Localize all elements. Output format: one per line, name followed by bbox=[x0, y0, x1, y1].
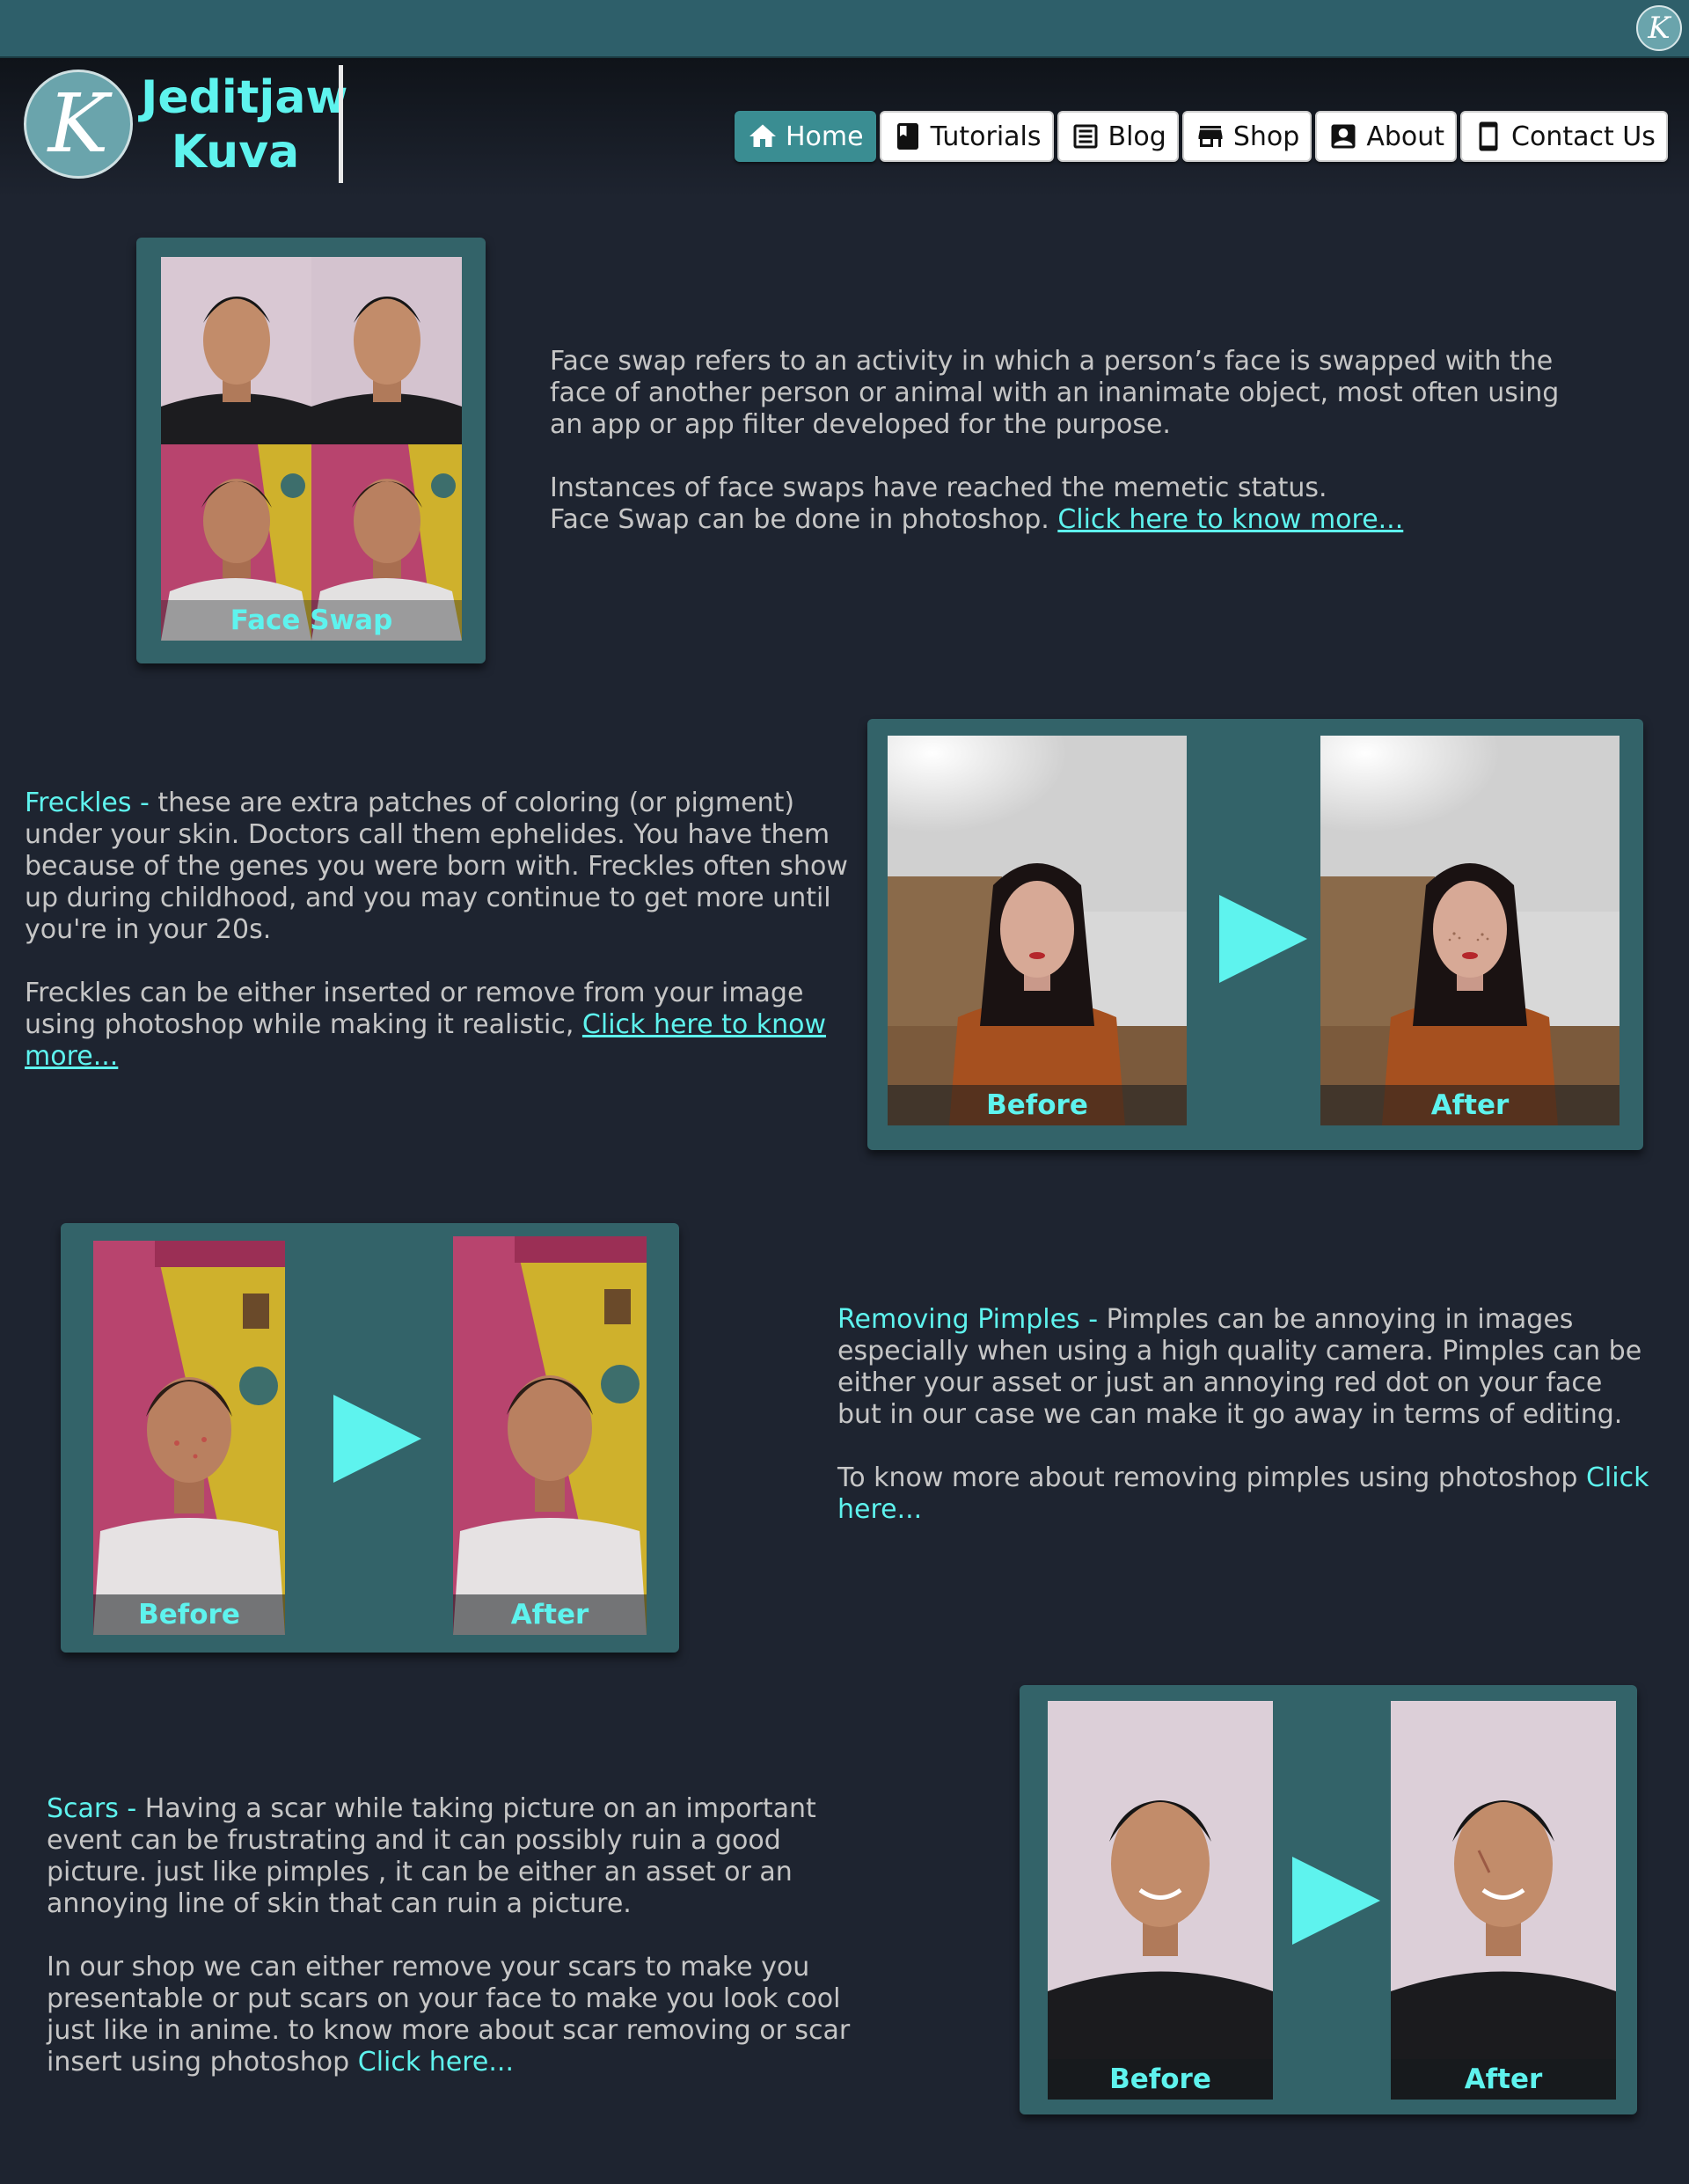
scars-after-caption: After bbox=[1391, 2059, 1616, 2100]
face-swap-card: Face Swap bbox=[136, 238, 486, 663]
nav-shop[interactable]: Shop bbox=[1181, 111, 1312, 162]
scars-before-caption: Before bbox=[1048, 2059, 1273, 2100]
phone-icon bbox=[1473, 121, 1504, 152]
pimples-paragraph-1: Removing Pimples - Pimples can be annoyi… bbox=[837, 1304, 1651, 1431]
scars-title: Scars - bbox=[47, 1793, 145, 1824]
face-swap-line-1: Instances of face swaps have reached the… bbox=[550, 473, 1327, 503]
freckles-card: Before After bbox=[867, 719, 1643, 1150]
scars-card: Before After bbox=[1020, 1685, 1637, 2114]
logo-letter: K bbox=[48, 77, 109, 171]
store-icon bbox=[1195, 121, 1226, 152]
face-swap-link[interactable]: Click here to know more... bbox=[1057, 504, 1403, 535]
face-swap-photo[interactable]: Face Swap bbox=[161, 257, 462, 641]
scars-after-photo[interactable]: After bbox=[1391, 1701, 1616, 2100]
face-swap-paragraph-1: Face swap refers to an activity in which… bbox=[550, 346, 1560, 440]
pimples-after-photo[interactable]: After bbox=[453, 1236, 647, 1635]
nav-about-label: About bbox=[1366, 121, 1445, 152]
nav-shop-label: Shop bbox=[1232, 121, 1300, 152]
contact-card-icon bbox=[1327, 121, 1359, 152]
freckles-paragraph-1: Freckles - these are extra patches of co… bbox=[25, 788, 852, 946]
scars-before-photo[interactable]: Before bbox=[1048, 1701, 1273, 2100]
face-swap-text: Face swap refers to an activity in which… bbox=[550, 346, 1570, 536]
freckles-text: Freckles - these are extra patches of co… bbox=[25, 788, 852, 1073]
scars-text: Scars - Having a scar while taking pictu… bbox=[47, 1793, 865, 2078]
pimples-before-photo[interactable]: Before bbox=[93, 1241, 285, 1635]
nav-about[interactable]: About bbox=[1315, 111, 1458, 162]
nav-home-label: Home bbox=[786, 121, 864, 152]
pimples-title: Removing Pimples - bbox=[837, 1304, 1107, 1335]
nav-tutorials-label: Tutorials bbox=[930, 121, 1042, 152]
freckles-before-caption: Before bbox=[888, 1085, 1187, 1125]
brand-line-1: Jeditjaw bbox=[141, 71, 348, 124]
pimples-after-caption: After bbox=[453, 1594, 647, 1635]
freckles-after-photo[interactable]: After bbox=[1320, 736, 1620, 1125]
avatar-letter: K bbox=[1648, 11, 1671, 46]
scars-paragraph-1: Scars - Having a scar while taking pictu… bbox=[47, 1793, 865, 1920]
brand-name[interactable]: Jeditjaw Kuva bbox=[141, 70, 348, 180]
freckles-before-photo[interactable]: Before bbox=[888, 736, 1187, 1125]
face-swap-line-2: Face Swap can be done in photoshop. bbox=[550, 504, 1058, 535]
pimples-body-2: To know more about removing pimples usin… bbox=[837, 1462, 1586, 1493]
arrow-right-icon bbox=[1219, 895, 1307, 983]
home-icon bbox=[747, 121, 779, 152]
nav-contact-label: Contact Us bbox=[1511, 121, 1656, 152]
pimples-before-caption: Before bbox=[93, 1594, 285, 1635]
article-icon bbox=[1070, 121, 1101, 152]
pimples-card: Before After bbox=[61, 1223, 679, 1653]
scars-body: Having a scar while taking picture on an… bbox=[47, 1793, 816, 1919]
brand-logo[interactable]: K bbox=[24, 70, 133, 179]
nav-blog-label: Blog bbox=[1108, 121, 1166, 152]
nav-blog[interactable]: Blog bbox=[1057, 111, 1179, 162]
freckles-after-caption: After bbox=[1320, 1085, 1620, 1125]
top-bar: K bbox=[0, 0, 1689, 58]
arrow-right-icon bbox=[333, 1395, 421, 1483]
face-swap-caption: Face Swap bbox=[161, 600, 462, 641]
arrow-right-icon bbox=[1292, 1857, 1380, 1945]
book-icon bbox=[892, 121, 924, 152]
pimples-text: Removing Pimples - Pimples can be annoyi… bbox=[837, 1304, 1651, 1526]
main-nav: Home Tutorials Blog Shop About Contact U… bbox=[735, 111, 1668, 162]
face-swap-paragraph-2: Instances of face swaps have reached the… bbox=[550, 473, 1570, 536]
nav-contact[interactable]: Contact Us bbox=[1460, 111, 1668, 162]
freckles-paragraph-2: Freckles can be either inserted or remov… bbox=[25, 978, 852, 1073]
scars-link[interactable]: Click here... bbox=[358, 2047, 514, 2078]
nav-tutorials[interactable]: Tutorials bbox=[879, 111, 1054, 162]
user-avatar[interactable]: K bbox=[1636, 5, 1682, 51]
brand-line-2: Kuva bbox=[171, 126, 300, 179]
nav-home[interactable]: Home bbox=[735, 111, 876, 162]
scars-paragraph-2: In our shop we can either remove your sc… bbox=[47, 1952, 865, 2078]
freckles-title: Freckles - bbox=[25, 788, 158, 818]
brand-divider bbox=[339, 65, 343, 183]
pimples-paragraph-2: To know more about removing pimples usin… bbox=[837, 1462, 1651, 1526]
